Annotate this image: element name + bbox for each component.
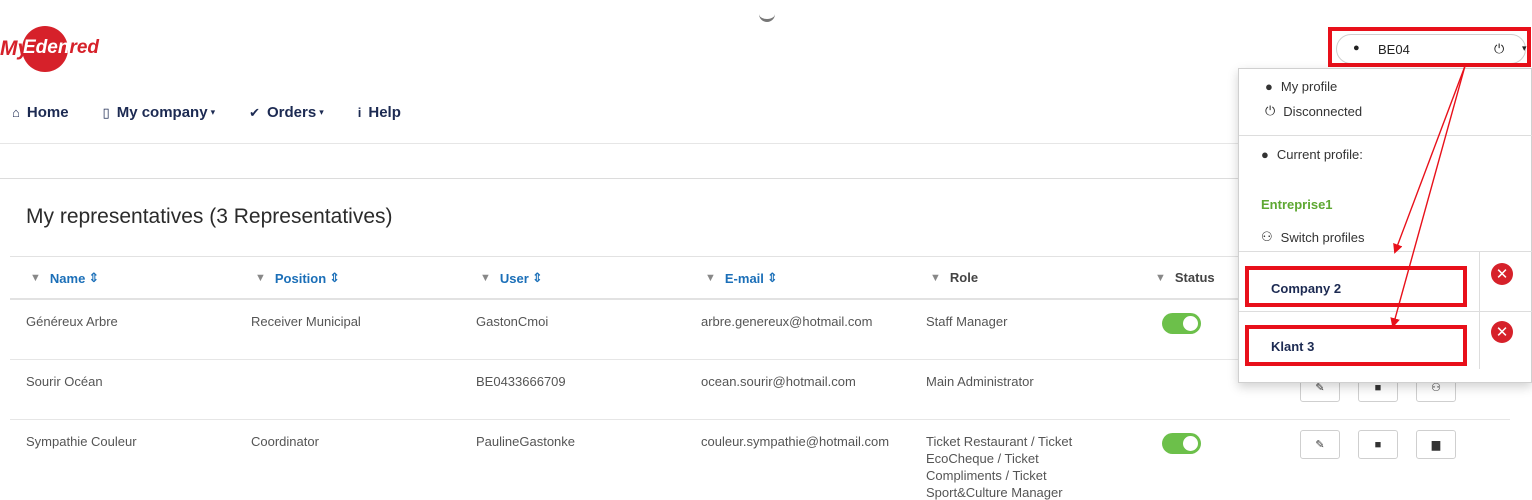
nav-help[interactable]: i Help bbox=[358, 104, 401, 121]
filter-icon[interactable]: ▼ bbox=[930, 272, 941, 284]
divider bbox=[1479, 311, 1480, 369]
sort-icon[interactable]: ⇕ bbox=[767, 270, 778, 286]
check-circle-icon: ✔ bbox=[249, 104, 260, 120]
user-icon: ● bbox=[1265, 79, 1273, 94]
cell-email: arbre.genereux@hotmail.com bbox=[701, 314, 873, 329]
page-title: My representatives (3 Representatives) bbox=[26, 205, 393, 228]
nav-orders-label: Orders bbox=[267, 104, 317, 121]
cell-user: BE0433666709 bbox=[476, 374, 566, 389]
divider bbox=[1239, 251, 1532, 252]
cell-position: Receiver Municipal bbox=[251, 314, 361, 329]
filter-icon[interactable]: ▼ bbox=[705, 272, 716, 284]
main-nav: ⌂ Home ▯ My company ▾ ✔ Orders ▾ i Help bbox=[12, 104, 435, 121]
divider bbox=[1239, 135, 1532, 136]
filter-icon[interactable]: ▼ bbox=[480, 272, 491, 284]
nav-my-company[interactable]: ▯ My company ▾ bbox=[103, 104, 216, 121]
cell-role: Staff Manager bbox=[926, 314, 1008, 329]
loading-spinner-icon bbox=[759, 12, 775, 22]
cell-role: Main Administrator bbox=[926, 374, 1034, 389]
power-icon: ⏻ bbox=[1265, 103, 1276, 118]
table-row: Sympathie Couleur Coordinator PaulineGas… bbox=[10, 420, 1510, 500]
lock-icon: ■ bbox=[1374, 381, 1382, 394]
status-toggle[interactable] bbox=[1162, 433, 1201, 454]
remove-profile-icon[interactable]: ✕ bbox=[1491, 263, 1513, 285]
sort-icon[interactable]: ⇕ bbox=[88, 270, 99, 286]
highlight-box bbox=[1328, 27, 1531, 67]
edit-icon: ✎ bbox=[1315, 439, 1325, 451]
divider bbox=[1479, 251, 1480, 311]
cell-email: couleur.sympathie@hotmail.com bbox=[701, 434, 890, 449]
sort-icon[interactable]: ⇕ bbox=[329, 270, 340, 286]
users-icon: ⚇ bbox=[1261, 229, 1273, 244]
delete-button[interactable]: ▆ bbox=[1416, 430, 1456, 459]
menu-item-disconnect[interactable]: ⏻ Disconnected bbox=[1265, 103, 1362, 119]
nav-orders[interactable]: ✔ Orders ▾ bbox=[249, 104, 324, 121]
remove-profile-icon[interactable]: ✕ bbox=[1491, 321, 1513, 343]
lock-icon: ■ bbox=[1374, 438, 1382, 451]
lock-button[interactable]: ■ bbox=[1358, 430, 1398, 459]
cell-role: Ticket Restaurant / Ticket EcoCheque / T… bbox=[926, 434, 1073, 500]
current-company: Entreprise1 bbox=[1261, 197, 1333, 212]
sort-icon[interactable]: ⇕ bbox=[532, 270, 543, 286]
nav-home[interactable]: ⌂ Home bbox=[12, 104, 69, 121]
nav-help-label: Help bbox=[368, 104, 401, 121]
highlight-box bbox=[1245, 325, 1467, 366]
edit-button[interactable]: ✎ bbox=[1300, 430, 1340, 459]
column-header-user[interactable]: ▼ User ⇕ bbox=[480, 270, 543, 286]
column-header-email[interactable]: ▼ E-mail ⇕ bbox=[705, 270, 778, 286]
filter-icon[interactable]: ▼ bbox=[255, 272, 266, 284]
trash-icon: ▆ bbox=[1431, 439, 1441, 451]
user-icon: ● bbox=[1261, 147, 1269, 162]
cell-name: Généreux Arbre bbox=[26, 314, 118, 329]
building-icon: ▯ bbox=[102, 104, 110, 120]
caret-down-icon: ▾ bbox=[210, 107, 216, 117]
column-header-position[interactable]: ▼ Position ⇕ bbox=[255, 270, 340, 286]
home-icon: ⌂ bbox=[12, 105, 20, 120]
filter-icon[interactable]: ▼ bbox=[1155, 272, 1166, 284]
current-profile-label: ● Current profile: bbox=[1261, 147, 1363, 162]
nav-my-company-label: My company bbox=[116, 104, 208, 121]
divider bbox=[1239, 311, 1532, 312]
caret-down-icon: ▾ bbox=[319, 107, 324, 117]
column-header-role: ▼ Role bbox=[930, 270, 979, 285]
logo-word: Edenred bbox=[23, 37, 100, 58]
info-icon: i bbox=[357, 105, 362, 120]
cell-name: Sympathie Couleur bbox=[26, 434, 137, 449]
cell-email: ocean.sourir@hotmail.com bbox=[701, 374, 856, 389]
status-toggle[interactable] bbox=[1162, 313, 1201, 334]
cell-user: PaulineGastonke bbox=[476, 434, 576, 449]
cell-user: GastonCmoi bbox=[476, 314, 549, 329]
menu-item-my-profile[interactable]: ● My profile bbox=[1265, 79, 1337, 94]
filter-icon[interactable]: ▼ bbox=[30, 272, 41, 284]
column-header-status: ▼ Status bbox=[1155, 270, 1215, 285]
highlight-box bbox=[1245, 266, 1467, 307]
cell-position: Coordinator bbox=[251, 434, 319, 449]
nav-home-label: Home bbox=[26, 104, 69, 121]
switch-profiles-label: ⚇ Switch profiles bbox=[1261, 229, 1365, 245]
cell-name: Sourir Océan bbox=[26, 374, 103, 389]
column-header-name[interactable]: ▼ Name ⇕ bbox=[30, 270, 99, 286]
